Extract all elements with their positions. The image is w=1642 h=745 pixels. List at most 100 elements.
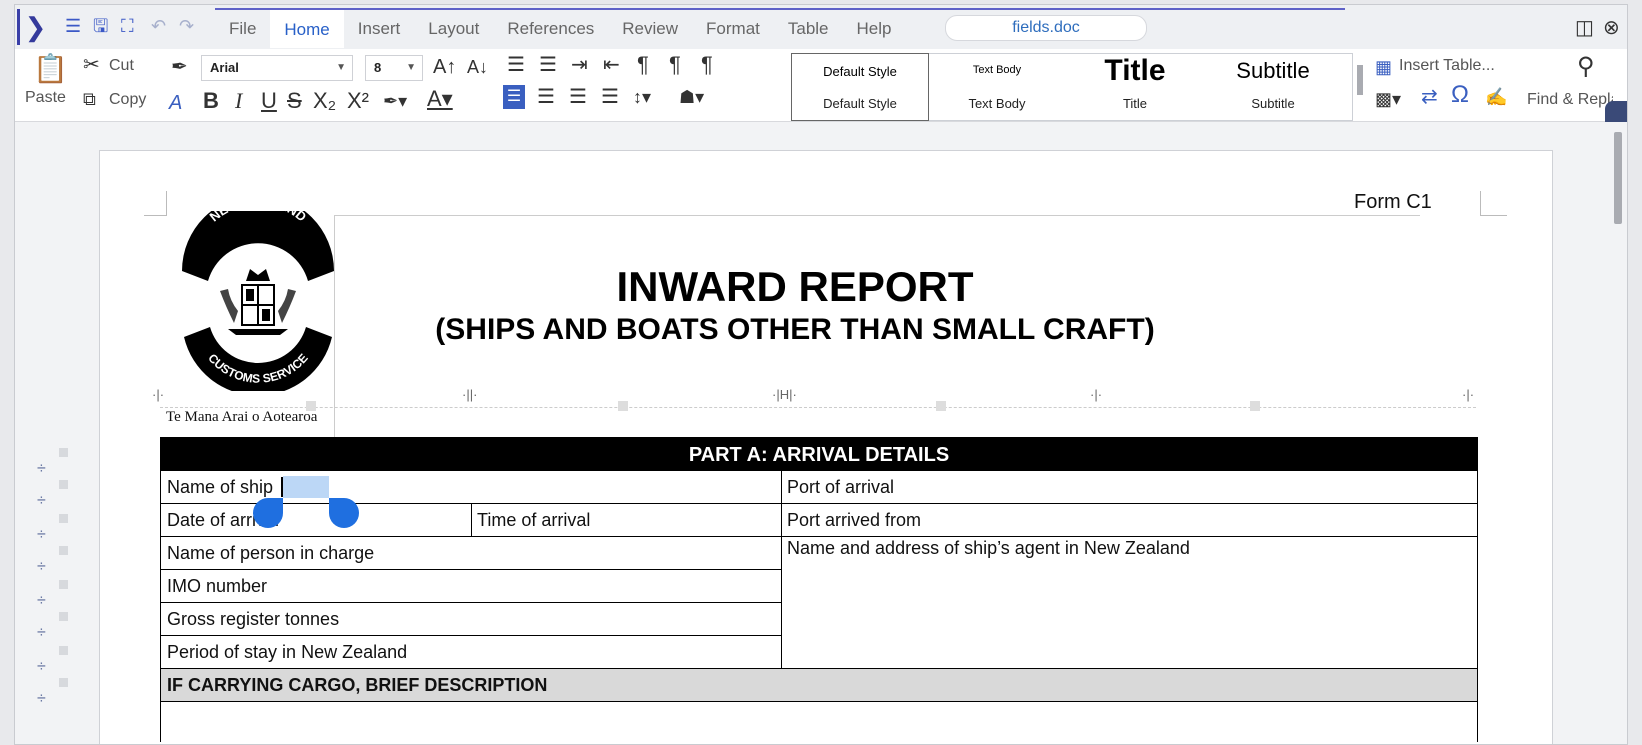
selection-start-handle[interactable] — [253, 498, 283, 528]
period-of-stay-cell[interactable]: Period of stay in New Zealand — [161, 636, 781, 668]
subscript-icon[interactable]: X₂ — [313, 89, 336, 113]
menu-home[interactable]: Home — [270, 10, 344, 48]
copy-button[interactable]: Copy — [109, 91, 146, 109]
document-page[interactable]: Form C1 NEW ZEALAND CUSTOMS SERVICE — [99, 150, 1553, 744]
menu-file[interactable]: File — [215, 11, 270, 47]
style-gallery-scroll[interactable] — [1355, 55, 1365, 115]
bullet-list-icon[interactable]: ☰ — [507, 53, 525, 77]
ruler-handle[interactable] — [936, 401, 946, 411]
copy-icon[interactable]: ⧉ — [83, 87, 96, 111]
paste-icon[interactable]: 📋 — [33, 55, 68, 83]
outdent-icon[interactable]: ⇤ — [603, 53, 620, 77]
undo-icon[interactable]: ↶ — [151, 15, 166, 37]
fullscreen-icon[interactable]: ⛶ — [121, 15, 134, 37]
table-icon[interactable]: ▦ — [1375, 55, 1392, 79]
row-select-handle[interactable] — [59, 546, 68, 555]
row-resize-icon[interactable]: ÷ — [37, 526, 46, 544]
comment-icon[interactable]: ✍ — [1485, 85, 1507, 109]
font-size-select[interactable]: 8 ▼ — [365, 55, 423, 81]
style-default[interactable]: Default Style Default Style — [791, 53, 929, 121]
selection-end-handle[interactable] — [329, 498, 359, 528]
page-break-icon[interactable]: ⇄ — [1421, 85, 1438, 109]
style-subtitle[interactable]: Subtitle Subtitle — [1204, 54, 1342, 120]
row-resize-icon[interactable]: ÷ — [37, 690, 46, 708]
column-marker-icon[interactable]: ·||· — [462, 387, 477, 402]
bold-icon[interactable]: B — [203, 89, 219, 113]
cargo-description-cell[interactable] — [161, 702, 1477, 734]
menu-help[interactable]: Help — [843, 11, 906, 47]
redo-icon[interactable]: ↷ — [179, 15, 194, 37]
row-select-handle[interactable] — [59, 646, 68, 655]
document-name[interactable]: fields.doc — [945, 15, 1147, 41]
font-color-icon[interactable]: A▾ — [427, 87, 453, 111]
italic-icon[interactable]: I — [235, 89, 242, 113]
row-select-handle[interactable] — [59, 678, 68, 687]
ruler-handle[interactable] — [306, 401, 316, 411]
cut-button[interactable]: Cut — [109, 57, 134, 75]
menu-layout[interactable]: Layout — [414, 11, 493, 47]
row-select-handle[interactable] — [59, 514, 68, 523]
column-marker-icon[interactable]: ·|· — [1090, 387, 1102, 402]
row-resize-icon[interactable]: ÷ — [37, 558, 46, 576]
row-resize-icon[interactable]: ÷ — [37, 658, 46, 676]
justify-icon[interactable]: ☰ — [601, 85, 619, 109]
strikethrough-icon[interactable]: S — [287, 89, 302, 113]
style-title[interactable]: Title Title — [1066, 54, 1204, 120]
style-text-body[interactable]: Text Body Text Body — [928, 54, 1066, 120]
row-select-handle[interactable] — [59, 580, 68, 589]
shrink-font-icon[interactable]: A↓ — [467, 55, 488, 79]
paste-button[interactable]: Paste — [25, 89, 66, 107]
align-left-icon[interactable]: ☰ — [503, 85, 525, 109]
paragraph-marks-icon[interactable]: ¶ — [637, 53, 649, 77]
highlight-icon[interactable]: ✒▾ — [383, 89, 407, 113]
find-replace-icon[interactable]: ⚲ — [1577, 55, 1595, 79]
imo-number-cell[interactable]: IMO number — [161, 570, 781, 603]
vertical-scrollbar[interactable] — [1611, 122, 1627, 744]
row-select-handle[interactable] — [59, 448, 68, 457]
font-family-select[interactable]: Arial ▼ — [201, 55, 353, 81]
menu-review[interactable]: Review — [608, 11, 692, 47]
column-marker-icon[interactable]: ·|· — [1462, 387, 1474, 402]
numbered-list-icon[interactable]: ☰ — [539, 53, 557, 77]
image-icon[interactable]: ▩▾ — [1375, 87, 1401, 111]
name-of-ship-cell[interactable]: Name of ship — [161, 471, 781, 503]
date-of-arrival-cell[interactable]: Date of arrival — [161, 504, 471, 536]
port-of-arrival-cell[interactable]: Port of arrival — [781, 471, 1477, 503]
menu-references[interactable]: References — [493, 11, 608, 47]
format-painter-icon[interactable]: ✒ — [171, 55, 188, 79]
row-resize-icon[interactable]: ÷ — [37, 592, 46, 610]
port-arrived-from-cell[interactable]: Port arrived from — [781, 504, 1477, 536]
ruler-handle[interactable] — [1250, 401, 1260, 411]
close-icon[interactable]: ⊗ — [1603, 15, 1620, 40]
agent-cell[interactable]: Name and address of ship’s agent in New … — [781, 537, 1477, 669]
underline-icon[interactable]: U — [261, 89, 277, 113]
row-resize-icon[interactable]: ÷ — [37, 492, 46, 510]
shading-icon[interactable]: ☗▾ — [679, 85, 704, 109]
row-select-handle[interactable] — [59, 612, 68, 621]
save-icon[interactable]: 🖫 — [93, 15, 108, 37]
hamburger-icon[interactable]: ☰ — [65, 15, 81, 37]
indent-icon[interactable]: ⇥ — [571, 53, 588, 77]
cut-icon[interactable]: ✂ — [83, 53, 100, 77]
cargo-header-cell[interactable]: IF CARRYING CARGO, BRIEF DESCRIPTION — [161, 669, 1477, 701]
gross-tonnes-cell[interactable]: Gross register tonnes — [161, 603, 781, 636]
grow-font-icon[interactable]: A↑ — [433, 55, 456, 79]
ltr-icon[interactable]: ¶ — [669, 53, 681, 77]
align-right-icon[interactable]: ☰ — [569, 85, 587, 109]
panel-toggle-icon[interactable]: ◫ — [1575, 15, 1594, 40]
menu-table[interactable]: Table — [774, 11, 843, 47]
row-resize-icon[interactable]: ÷ — [37, 624, 46, 642]
insert-table-button[interactable]: Insert Table... — [1399, 57, 1495, 75]
person-in-charge-cell[interactable]: Name of person in charge — [161, 537, 781, 570]
find-replace-button[interactable]: Find & Replace — [1527, 91, 1613, 109]
rtl-icon[interactable]: ¶ — [701, 53, 713, 77]
menu-format[interactable]: Format — [692, 11, 774, 47]
menu-insert[interactable]: Insert — [344, 11, 415, 47]
row-resize-icon[interactable]: ÷ — [37, 460, 46, 478]
clear-format-icon[interactable]: A — [169, 91, 182, 115]
time-of-arrival-cell[interactable]: Time of arrival — [471, 504, 781, 536]
column-marker-icon[interactable]: ·|· — [152, 387, 164, 402]
line-spacing-icon[interactable]: ↕▾ — [633, 85, 651, 109]
ruler-handle[interactable] — [618, 401, 628, 411]
symbol-icon[interactable]: Ω — [1451, 83, 1469, 107]
